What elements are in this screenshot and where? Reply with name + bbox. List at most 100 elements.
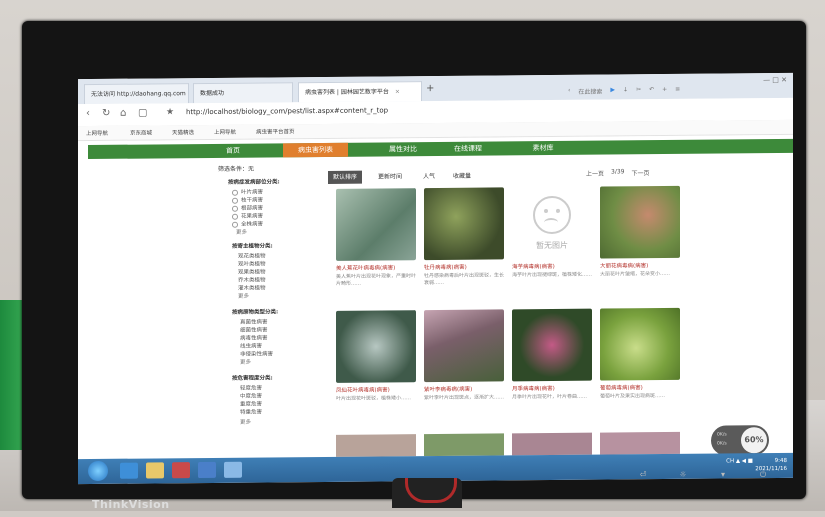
- tab-2[interactable]: 数据成功: [193, 82, 293, 104]
- pest-image[interactable]: [600, 307, 680, 381]
- more-link[interactable]: 更多: [236, 228, 247, 236]
- cut-icon[interactable]: ✂: [636, 86, 641, 95]
- home-icon[interactable]: ⌂: [120, 108, 126, 119]
- pest-card[interactable]: 美人蕉花叶病毒病(病害) 美人蕉叶片出现花叶现象，严重时叶片畸形……: [336, 188, 416, 288]
- new-tab-button[interactable]: +: [426, 83, 434, 94]
- no-image-placeholder[interactable]: 暂无图片: [512, 186, 592, 260]
- pest-image[interactable]: [424, 309, 504, 383]
- category-option[interactable]: 花果病害: [232, 212, 263, 220]
- download-icon[interactable]: ↓: [623, 86, 628, 95]
- category-option[interactable]: 叶片病害: [232, 188, 263, 196]
- close-icon[interactable]: ×: [395, 88, 400, 95]
- category-option[interactable]: 病毒性病害: [240, 333, 268, 341]
- pest-title[interactable]: 紫叶李病毒病(病害): [424, 384, 504, 393]
- bookmark-item[interactable]: 上网导航: [214, 128, 236, 136]
- category-option[interactable]: 枝干病害: [232, 196, 263, 204]
- monitor-button[interactable]: ☼: [677, 470, 689, 480]
- back-arrow-icon[interactable]: ‹: [568, 87, 570, 96]
- pest-card[interactable]: 葡萄病毒病(病害) 葡萄叶片及果实出现病斑……: [600, 307, 680, 408]
- category-option[interactable]: 细菌性病害: [240, 325, 268, 333]
- undo-icon[interactable]: ↶: [649, 86, 654, 95]
- category-option[interactable]: 重度危害: [240, 400, 262, 408]
- sort-updated[interactable]: 更新时间: [373, 170, 407, 183]
- pest-title[interactable]: 美人蕉花叶病毒病(病害): [336, 263, 416, 272]
- pest-image[interactable]: [336, 310, 416, 383]
- more-link[interactable]: 更多: [240, 358, 251, 366]
- category-option[interactable]: 全株病害: [232, 220, 263, 228]
- folder-icon[interactable]: [146, 462, 164, 479]
- play-icon[interactable]: ▶: [610, 86, 615, 95]
- pest-card[interactable]: 凤仙花叶病毒病(病害) 叶片出现花叶斑驳，植株矮小……: [336, 310, 416, 410]
- search-box[interactable]: 在此搜索: [578, 87, 602, 96]
- category-option[interactable]: 观果类植物: [238, 267, 266, 275]
- pest-title[interactable]: 大丽花病毒病(病害): [600, 261, 680, 269]
- refresh-icon[interactable]: ↻: [102, 108, 110, 119]
- system-tray[interactable]: CH ▲ ◀ ■: [726, 458, 753, 464]
- media-icon[interactable]: [172, 462, 190, 479]
- pest-title[interactable]: 牡丹病毒病(病害): [424, 262, 504, 271]
- pest-title[interactable]: 月季病毒病(病害): [512, 384, 592, 392]
- pest-card[interactable]: 大丽花病毒病(病害) 大丽花叶片皱缩，花朵变小……: [600, 185, 680, 286]
- pest-image[interactable]: [600, 431, 680, 455]
- pest-image[interactable]: [424, 187, 504, 261]
- pest-card[interactable]: 牡丹病毒病(病害) 牡丹感染病毒后叶片出现斑驳，生长衰弱……: [424, 187, 504, 287]
- category-option[interactable]: 中度危害: [240, 392, 262, 400]
- back-icon[interactable]: ‹: [86, 108, 90, 119]
- app-icon[interactable]: [198, 461, 216, 479]
- pest-image[interactable]: [512, 432, 592, 456]
- reader-icon[interactable]: ▢: [138, 108, 147, 119]
- pest-card[interactable]: 暂无图片 海芋病毒病(病害) 海芋叶片出现褪绿斑，植株矮化……: [512, 186, 592, 287]
- pest-image[interactable]: [336, 188, 416, 261]
- category-option[interactable]: 特重危害: [240, 408, 262, 416]
- nav-compare[interactable]: 属性对比: [378, 142, 428, 156]
- nav-materials[interactable]: 素材库: [518, 141, 568, 155]
- bookmark-item[interactable]: 京东商城: [130, 128, 152, 136]
- pest-image[interactable]: [336, 434, 416, 457]
- ie-icon[interactable]: [120, 462, 138, 479]
- pest-title[interactable]: 葡萄病毒病(病害): [600, 383, 680, 391]
- tab-3[interactable]: 病虫害列表 | 园林园艺数字平台 ×: [298, 81, 422, 103]
- more-link[interactable]: 更多: [240, 418, 251, 426]
- nav-home[interactable]: 首页: [208, 144, 258, 158]
- category-option[interactable]: 非侵染性病害: [240, 349, 273, 357]
- pest-image[interactable]: [424, 433, 504, 457]
- category-option[interactable]: 轻度危害: [240, 384, 262, 392]
- pest-image[interactable]: [600, 185, 680, 259]
- browser-icon[interactable]: [224, 461, 242, 478]
- sort-default[interactable]: 默认排序: [328, 170, 363, 184]
- monitor-button[interactable]: ▾: [717, 470, 729, 480]
- pest-card[interactable]: 月季病毒病(病害) 月季叶片出现花叶，叶片卷曲……: [512, 308, 592, 409]
- url-field[interactable]: http://localhost/biology_com/pest/list.a…: [186, 106, 388, 116]
- start-button[interactable]: [88, 460, 108, 482]
- category-option[interactable]: 灌木类植物: [238, 283, 266, 291]
- sort-favorites[interactable]: 收藏量: [448, 170, 476, 183]
- pest-title[interactable]: 凤仙花叶病毒病(病害): [336, 385, 416, 393]
- star-icon[interactable]: ★: [166, 107, 174, 117]
- category-option[interactable]: 乔木类植物: [238, 275, 266, 283]
- network-speed-widget[interactable]: 0K/s 0K/s 60%: [711, 425, 769, 456]
- bookmark-item[interactable]: 病虫害平台首页: [256, 127, 295, 135]
- nav-courses[interactable]: 在线课程: [443, 141, 493, 155]
- category-option[interactable]: 观花类植物: [238, 251, 266, 259]
- prev-page-button[interactable]: 上一页: [586, 169, 604, 178]
- sort-popular[interactable]: 人气: [418, 170, 440, 183]
- monitor-button[interactable]: ⏎: [637, 470, 649, 480]
- page-indicator: 3/39: [611, 168, 625, 176]
- tab-1[interactable]: 无法访问 http://daohang.qq.com: [84, 83, 189, 105]
- bookmark-item[interactable]: 天猫精选: [172, 128, 194, 136]
- add-icon[interactable]: +: [662, 86, 667, 95]
- power-icon[interactable]: ⏻: [757, 470, 769, 480]
- category-option[interactable]: 观叶类植物: [238, 259, 266, 267]
- window-controls[interactable]: — □ ✕: [763, 76, 787, 84]
- nav-pest-list[interactable]: 病虫害列表: [283, 142, 348, 158]
- category-option[interactable]: 真菌性病害: [240, 317, 268, 325]
- pest-title[interactable]: 海芋病毒病(病害): [512, 262, 592, 270]
- category-option[interactable]: 线虫病害: [240, 342, 262, 350]
- menu-icon[interactable]: ≡: [675, 86, 680, 95]
- pest-card[interactable]: 紫叶李病毒病(病害) 紫叶李叶片出现斑点，逐渐扩大……: [424, 309, 504, 409]
- category-option[interactable]: 根部病害: [232, 204, 263, 212]
- bookmark-item[interactable]: 上网导航: [86, 129, 108, 137]
- next-page-button[interactable]: 下一页: [632, 168, 650, 177]
- pest-image[interactable]: [512, 308, 592, 382]
- more-link[interactable]: 更多: [238, 292, 249, 300]
